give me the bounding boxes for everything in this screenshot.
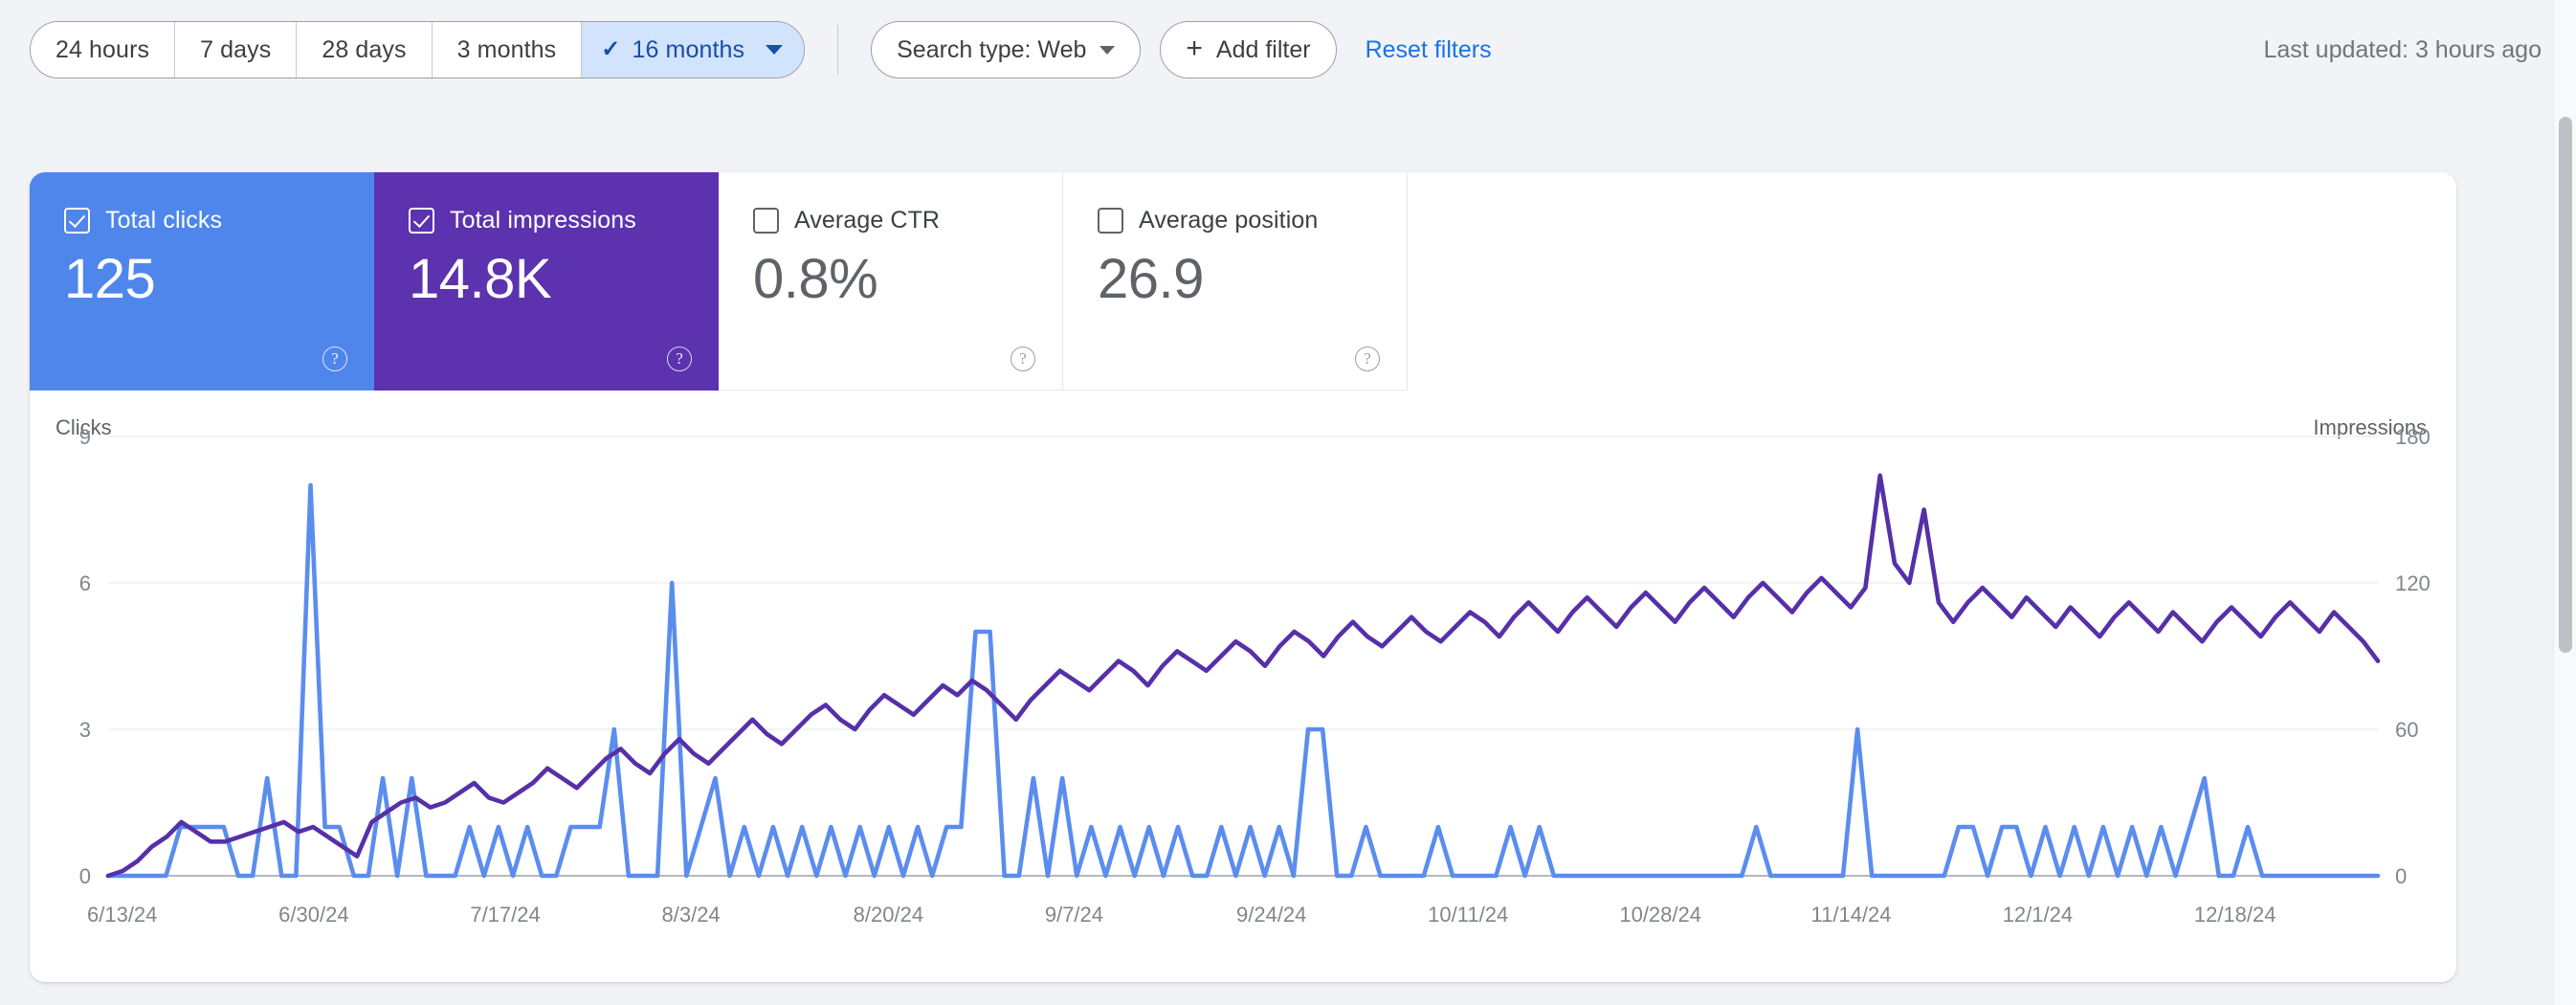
metric-header: Average position xyxy=(1098,207,1407,234)
y-axis-tick-label: 0 xyxy=(79,864,91,888)
metric-value: 125 xyxy=(64,248,156,310)
metric-label: Total clicks xyxy=(105,207,223,234)
x-axis-tick-label: 8/3/24 xyxy=(662,903,721,927)
performance-card: Total clicks 125 ? Total impressions 14.… xyxy=(30,172,2456,982)
date-range-option-3-months[interactable]: 3 months xyxy=(432,22,583,78)
page-scrollbar[interactable] xyxy=(2553,0,2576,1005)
search-type-label: Search type: Web xyxy=(897,35,1087,63)
x-axis-tick-label: 12/1/24 xyxy=(2003,903,2073,927)
help-icon[interactable]: ? xyxy=(1010,346,1035,371)
x-axis-tick-label: 8/20/24 xyxy=(854,903,923,927)
metric-label: Average position xyxy=(1139,207,1319,234)
help-icon[interactable]: ? xyxy=(667,346,692,371)
checkbox-icon[interactable] xyxy=(1098,208,1123,234)
chevron-down-icon xyxy=(1099,45,1116,55)
x-axis-tick-label: 12/18/24 xyxy=(2194,903,2276,927)
y2-axis-tick-label: 0 xyxy=(2395,864,2407,888)
check-icon: ✓ xyxy=(601,36,621,62)
checkbox-icon[interactable] xyxy=(753,208,779,234)
metric-header: Total impressions xyxy=(409,207,719,234)
chevron-down-icon[interactable] xyxy=(766,45,784,55)
x-axis-tick-label: 10/28/24 xyxy=(1619,903,1701,927)
date-range-option-label: 7 days xyxy=(200,35,272,63)
scrollbar-thumb[interactable] xyxy=(2559,117,2572,653)
chart-canvas[interactable]: 0 0 3 60 6 120 9 180 6/13/24 6/30/24 7/17/24 8/3/24… xyxy=(30,391,2456,981)
add-filter-label: Add filter xyxy=(1215,35,1311,63)
date-range-option-7-days[interactable]: 7 days xyxy=(175,22,298,78)
metric-value: 26.9 xyxy=(1098,248,1204,310)
x-axis-tick-label: 10/11/24 xyxy=(1428,903,1508,927)
checkbox-icon[interactable] xyxy=(409,208,434,234)
metric-tile-total-clicks[interactable]: Total clicks 125 ? xyxy=(30,172,374,391)
metric-tile-total-impressions[interactable]: Total impressions 14.8K ? xyxy=(374,172,719,391)
metric-header: Total clicks xyxy=(64,207,374,234)
checkbox-icon[interactable] xyxy=(64,208,90,234)
date-range-option-label: 24 hours xyxy=(56,35,150,63)
y2-axis-tick-label: 120 xyxy=(2395,571,2431,595)
y-axis-tick-label: 6 xyxy=(79,571,91,595)
last-updated-text: Last updated: 3 hours ago xyxy=(2263,35,2542,63)
x-axis-tick-label: 9/24/24 xyxy=(1236,903,1306,927)
metric-tile-average-ctr[interactable]: Average CTR 0.8% ? xyxy=(719,172,1063,391)
y2-axis-tick-label: 60 xyxy=(2395,718,2418,742)
add-filter-button[interactable]: + Add filter xyxy=(1160,21,1337,78)
filter-bar: 24 hours 7 days 28 days 3 months ✓ 16 mo… xyxy=(0,0,2576,100)
x-axis-tick-label: 6/13/24 xyxy=(87,903,157,927)
x-axis-tick-label: 9/7/24 xyxy=(1045,903,1103,927)
metric-tiles: Total clicks 125 ? Total impressions 14.… xyxy=(30,172,1408,391)
metric-header: Average CTR xyxy=(753,207,1062,234)
series-line-clicks xyxy=(105,482,2381,879)
search-type-dropdown[interactable]: Search type: Web xyxy=(871,21,1142,78)
metric-value: 0.8% xyxy=(753,248,878,310)
toolbar-divider xyxy=(837,25,839,75)
search-console-performance-page: 24 hours 7 days 28 days 3 months ✓ 16 mo… xyxy=(0,0,2576,1005)
metric-label: Total impressions xyxy=(450,207,636,234)
y2-axis-tick-label: 180 xyxy=(2395,425,2431,449)
reset-filters-link[interactable]: Reset filters xyxy=(1366,36,1492,64)
plus-icon: + xyxy=(1186,32,1203,64)
metric-value: 14.8K xyxy=(409,248,552,310)
date-range-segmented-control[interactable]: 24 hours 7 days 28 days 3 months ✓ 16 mo… xyxy=(30,21,806,78)
series-line-impressions xyxy=(105,473,2381,879)
x-axis-tick-label: 6/30/24 xyxy=(278,903,348,927)
help-icon[interactable]: ? xyxy=(322,346,347,371)
date-range-option-24-hours[interactable]: 24 hours xyxy=(31,22,176,78)
y-axis-tick-label: 9 xyxy=(79,425,91,449)
date-range-option-28-days[interactable]: 28 days xyxy=(297,22,433,78)
date-range-option-label: 3 months xyxy=(456,35,557,63)
date-range-option-16-months[interactable]: ✓ 16 months xyxy=(582,22,805,78)
y-axis-tick-label: 3 xyxy=(79,718,91,742)
metric-tile-average-position[interactable]: Average position 26.9 ? xyxy=(1063,172,1408,391)
help-icon[interactable]: ? xyxy=(1355,346,1380,371)
performance-chart: Clicks Impressions 0 0 3 60 6 120 9 180 6/13/24 6… xyxy=(30,391,2456,981)
date-range-option-label: 28 days xyxy=(322,35,407,63)
metric-label: Average CTR xyxy=(794,207,941,234)
x-axis-tick-label: 11/14/24 xyxy=(1811,903,1892,927)
x-axis-tick-label: 7/17/24 xyxy=(470,903,540,927)
date-range-option-label: 16 months xyxy=(632,35,745,63)
